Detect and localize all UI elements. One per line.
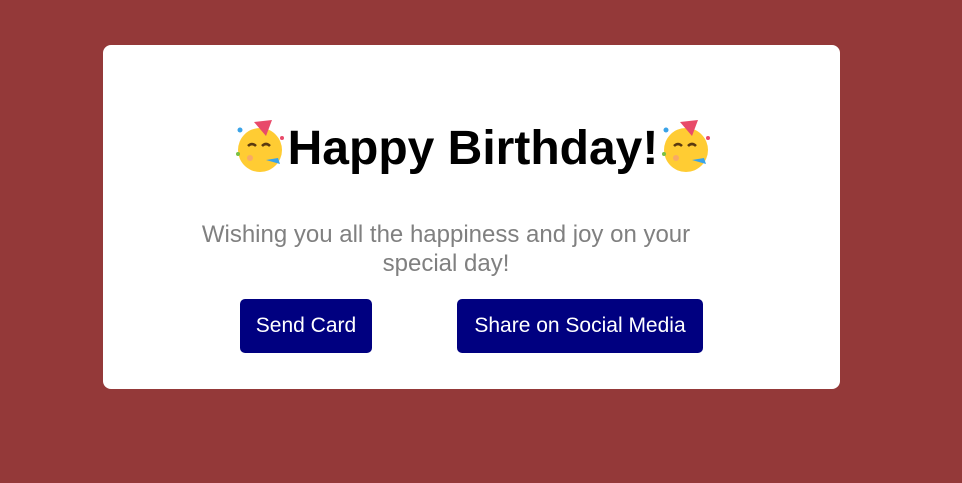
card-title-row: Happy Birthday! [0, 118, 946, 179]
share-social-media-button[interactable]: Share on Social Media [457, 299, 703, 353]
partying-face-icon [658, 118, 714, 174]
partying-face-icon [232, 118, 288, 174]
page-title: Happy Birthday! [287, 122, 659, 175]
birthday-message: Wishing you all the happiness and joy on… [201, 221, 691, 277]
send-card-button[interactable]: Send Card [240, 299, 372, 353]
